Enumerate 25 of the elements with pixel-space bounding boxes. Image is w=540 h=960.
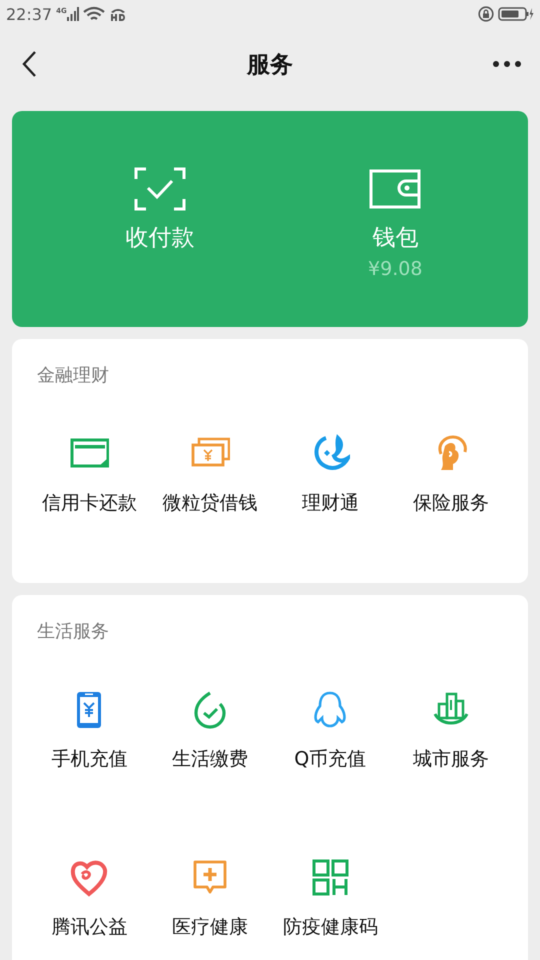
wallet-balance: ¥9.08	[368, 257, 422, 281]
service-label[interactable]: Q币充值	[294, 746, 366, 772]
service-label[interactable]: 理财通	[302, 490, 359, 516]
hd-call-icon	[108, 6, 127, 22]
rotation-lock-icon	[478, 6, 494, 22]
service-label[interactable]: 防疫健康码	[282, 914, 378, 940]
battery-charging-icon	[498, 6, 534, 22]
wifi-icon	[82, 6, 105, 22]
service-label[interactable]: 医疗健康	[172, 914, 248, 940]
wallet-icon[interactable]	[369, 167, 422, 211]
more-options-icon[interactable]	[492, 60, 522, 68]
service-label[interactable]: 信用卡还款	[42, 490, 137, 516]
service-label[interactable]: 微粒贷借钱	[162, 490, 258, 516]
service-label[interactable]: 生活缴费	[172, 746, 248, 772]
section-title: 金融理财	[36, 364, 110, 388]
qr-code-icon[interactable]	[310, 858, 350, 898]
scan-check-icon[interactable]	[134, 167, 186, 211]
service-label[interactable]: 腾讯公益	[51, 914, 128, 940]
section-title: 生活服务	[36, 620, 110, 644]
page-title: 服务	[246, 50, 294, 80]
clock-time: 22:37	[6, 4, 52, 24]
service-label[interactable]: 城市服务	[412, 746, 489, 772]
service-label[interactable]: 手机充值	[51, 746, 128, 772]
heart-icon[interactable]	[69, 858, 110, 898]
service-label[interactable]: 保险服务	[412, 490, 489, 516]
